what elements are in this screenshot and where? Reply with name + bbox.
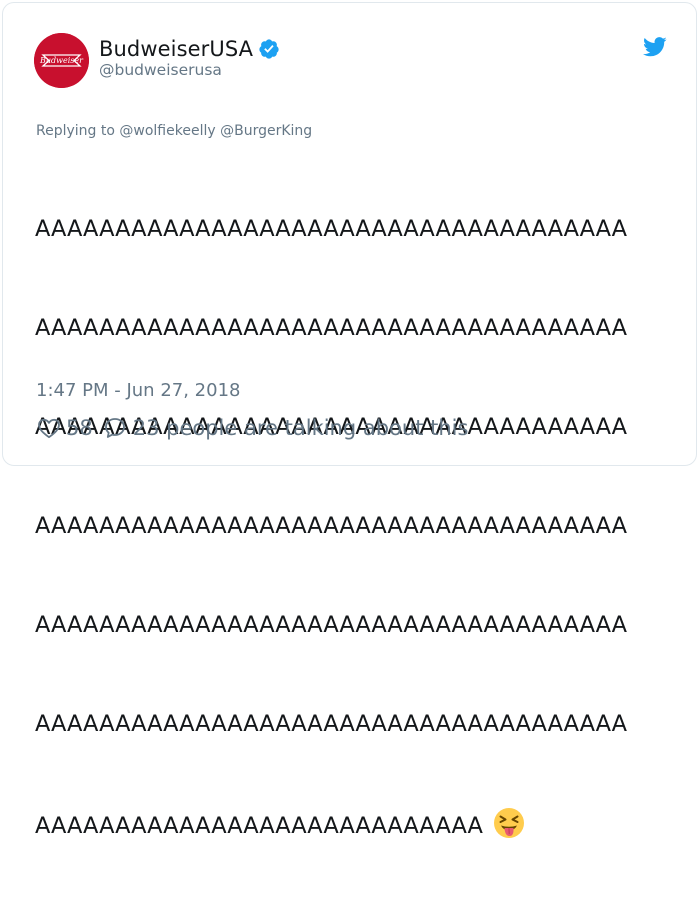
budweiser-logo-icon: Budweiser bbox=[34, 33, 89, 88]
tweet-text-line: AAAAAAAAAAAAAAAAAAAAAAAAAAAAAAAAAAAAA bbox=[35, 711, 628, 737]
speech-bubble-icon bbox=[104, 418, 125, 438]
tweet-text-line: AAAAAAAAAAAAAAAAAAAAAAAAAAAAAAAAAAAAA bbox=[35, 612, 628, 638]
reply-button[interactable]: 23 people are talking about this bbox=[103, 416, 469, 440]
tweet-text-line: AAAAAAAAAAAAAAAAAAAAAAAAAAAAAAAAAAAAA bbox=[35, 216, 628, 242]
tweet-card: Budweiser BudweiserUSA @budweiserusa Rep… bbox=[2, 2, 697, 839]
mention-link[interactable]: @wolfiekeelly bbox=[119, 123, 215, 139]
tweet-text: AAAAAAAAAAAAAAAAAAAAAAAAAAAAAAAAAAAAA AA… bbox=[35, 147, 695, 909]
author-handle[interactable]: @budweiserusa bbox=[99, 61, 222, 79]
tweet-actions: 58 23 people are talking about this bbox=[37, 416, 468, 440]
logo-text: Budweiser bbox=[39, 56, 84, 65]
twitter-bird-icon[interactable] bbox=[643, 37, 667, 57]
mention-link[interactable]: @BurgerKing bbox=[220, 123, 312, 139]
like-count: 58 bbox=[66, 416, 93, 440]
tweet-text-line: AAAAAAAAAAAAAAAAAAAAAAAAAAAAAAAAAAAAA bbox=[35, 315, 628, 341]
author-name-row: BudweiserUSA bbox=[99, 34, 280, 64]
tweet-text-last: AAAAAAAAAAAAAAAAAAAAAAAAAAAA bbox=[35, 813, 483, 839]
heart-icon bbox=[38, 418, 60, 439]
tweet-timestamp[interactable]: 1:47 PM - Jun 27, 2018 bbox=[36, 380, 240, 401]
like-button[interactable]: 58 bbox=[37, 416, 93, 440]
replying-to: Replying to @wolfiekeelly @BurgerKing bbox=[36, 123, 312, 139]
tweet-text-line: AAAAAAAAAAAAAAAAAAAAAAAAAAAAAAAAAAAAA bbox=[35, 513, 628, 539]
verified-badge-icon bbox=[258, 38, 280, 60]
tweet-text-line: AAAAAAAAAAAAAAAAAAAAAAAAAAAA bbox=[35, 807, 695, 843]
display-name[interactable]: BudweiserUSA bbox=[99, 37, 253, 61]
talking-about-text: 23 people are talking about this bbox=[132, 416, 469, 440]
avatar[interactable]: Budweiser bbox=[34, 33, 89, 88]
squinting-face-with-tongue-icon bbox=[493, 807, 525, 839]
replying-to-label: Replying to bbox=[36, 123, 115, 139]
